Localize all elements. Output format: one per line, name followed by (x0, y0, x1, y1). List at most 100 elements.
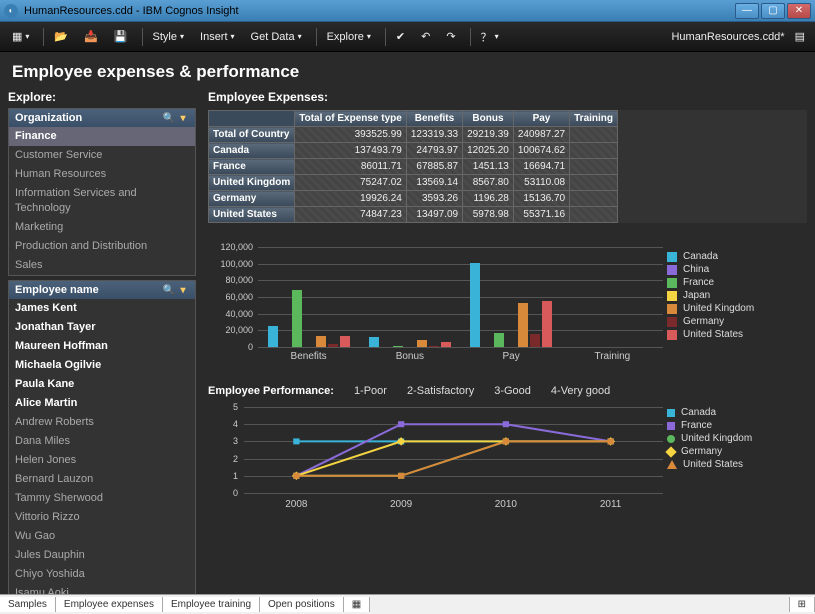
bar[interactable] (530, 334, 540, 347)
minimize-button[interactable]: — (735, 3, 759, 19)
bar[interactable] (542, 301, 552, 347)
bar[interactable] (393, 346, 403, 347)
table-cell[interactable] (570, 127, 618, 143)
filter-icon[interactable]: ▾ (177, 284, 189, 296)
table-cell[interactable]: 75247.02 (295, 175, 407, 191)
bar[interactable] (328, 344, 338, 347)
legend-item[interactable]: China (667, 264, 807, 275)
legend-item[interactable]: Canada (667, 251, 807, 262)
sidebar-item-organization[interactable]: Finance (9, 127, 195, 146)
sidebar-item-employee[interactable]: Tammy Sherwood (9, 489, 195, 508)
sidebar-item-employee[interactable]: Alice Martin (9, 394, 195, 413)
table-cell[interactable]: 67885.87 (406, 159, 462, 175)
sidebar-item-employee[interactable]: Bernard Lauzon (9, 470, 195, 489)
table-cell[interactable]: 13569.14 (406, 175, 462, 191)
search-icon[interactable]: 🔍 (163, 112, 175, 124)
table-cell[interactable]: 29219.39 (463, 127, 514, 143)
table-cell[interactable]: 55371.16 (513, 207, 569, 223)
bar[interactable] (470, 263, 480, 347)
column-header[interactable]: Total of Expense type (295, 111, 407, 127)
open-icon[interactable]: 📂 (48, 26, 74, 48)
bar[interactable] (369, 337, 379, 347)
sidebar-item-organization[interactable]: Information Services and Technology (9, 184, 195, 218)
table-cell[interactable]: 123319.33 (406, 127, 462, 143)
sidebar-item-employee[interactable]: Maureen Hoffman (9, 337, 195, 356)
style-menu[interactable]: Style▾ (147, 26, 190, 48)
close-button[interactable]: ✕ (787, 3, 811, 19)
table-cell[interactable]: 86011.71 (295, 159, 407, 175)
table-cell[interactable] (570, 191, 618, 207)
table-cell[interactable]: 12025.20 (463, 143, 514, 159)
table-cell[interactable]: 16694.71 (513, 159, 569, 175)
undo-icon[interactable]: ↶ (415, 26, 436, 48)
legend-item[interactable]: Japan (667, 290, 807, 301)
table-cell[interactable]: 24793.97 (406, 143, 462, 159)
row-header[interactable]: France (209, 159, 295, 175)
table-cell[interactable]: 100674.62 (513, 143, 569, 159)
bar[interactable] (316, 336, 326, 347)
workspace-tab[interactable]: Samples (0, 597, 56, 612)
import-icon[interactable]: 📥 (78, 26, 104, 48)
table-cell[interactable] (570, 175, 618, 191)
sidebar-item-employee[interactable]: Wu Gao (9, 527, 195, 546)
table-cell[interactable]: 19926.24 (295, 191, 407, 207)
sidebar-item-employee[interactable]: Chiyo Yoshida (9, 565, 195, 584)
bar[interactable] (518, 303, 528, 347)
bar[interactable] (494, 333, 504, 347)
row-header[interactable]: Total of Country (209, 127, 295, 143)
bar[interactable] (429, 346, 439, 347)
column-header[interactable]: Pay (513, 111, 569, 127)
table-cell[interactable]: 1196.28 (463, 191, 514, 207)
table-cell[interactable]: 13497.09 (406, 207, 462, 223)
table-cell[interactable] (570, 207, 618, 223)
grid-view-icon[interactable]: ⊞ (789, 597, 815, 612)
table-cell[interactable]: 240987.27 (513, 127, 569, 143)
row-header[interactable]: Canada (209, 143, 295, 159)
search-icon[interactable]: 🔍 (163, 284, 175, 296)
legend-item[interactable]: Germany (667, 316, 807, 327)
sidebar-item-employee[interactable]: Andrew Roberts (9, 413, 195, 432)
bar[interactable] (340, 336, 350, 347)
sidebar-item-organization[interactable]: Customer Service (9, 146, 195, 165)
table-cell[interactable]: 393525.99 (295, 127, 407, 143)
row-header[interactable]: United States (209, 207, 295, 223)
sidebar-item-employee[interactable]: Dana Miles (9, 432, 195, 451)
table-cell[interactable]: 1451.13 (463, 159, 514, 175)
getdata-menu[interactable]: Get Data▾ (245, 26, 308, 48)
legend-item[interactable]: United States (667, 459, 807, 470)
table-cell[interactable] (570, 159, 618, 175)
column-header[interactable]: Bonus (463, 111, 514, 127)
bar[interactable] (268, 326, 278, 347)
sidebar-item-employee[interactable]: Helen Jones (9, 451, 195, 470)
redo-icon[interactable]: ↷ (440, 26, 461, 48)
table-cell[interactable]: 15136.70 (513, 191, 569, 207)
row-header[interactable]: United Kingdom (209, 175, 295, 191)
sidebar-item-organization[interactable]: Production and Distribution (9, 237, 195, 256)
explore-menu[interactable]: Explore▾ (321, 26, 377, 48)
maximize-button[interactable]: ▢ (761, 3, 785, 19)
legend-item[interactable]: Canada (667, 407, 807, 418)
sidebar-item-employee[interactable]: Jules Dauphin (9, 546, 195, 565)
check-icon[interactable]: ✔ (390, 26, 411, 48)
column-header[interactable]: Benefits (406, 111, 462, 127)
sidebar-item-employee[interactable]: Paula Kane (9, 375, 195, 394)
add-tab-button[interactable]: ▦ (344, 597, 370, 612)
sidebar-item-employee[interactable]: Vittorio Rizzo (9, 508, 195, 527)
panel-toggle-icon[interactable]: ▤ (791, 30, 809, 43)
sidebar-item-employee[interactable]: Jonathan Tayer (9, 318, 195, 337)
bar[interactable] (441, 342, 451, 347)
save-icon[interactable]: 💾 (108, 26, 134, 48)
table-cell[interactable]: 3593.26 (406, 191, 462, 207)
legend-item[interactable]: United States (667, 329, 807, 340)
bar[interactable] (417, 340, 427, 347)
filter-icon[interactable]: ▾ (177, 112, 189, 124)
workspace-tab[interactable]: Employee expenses (56, 597, 163, 612)
insert-menu[interactable]: Insert▾ (194, 26, 241, 48)
legend-item[interactable]: United Kingdom (667, 433, 807, 444)
file-menu-button[interactable]: ▦▾ (6, 26, 35, 48)
legend-item[interactable]: United Kingdom (667, 303, 807, 314)
bar[interactable] (292, 290, 302, 347)
table-cell[interactable]: 137493.79 (295, 143, 407, 159)
workspace-tab[interactable]: Open positions (260, 597, 344, 612)
table-cell[interactable]: 53110.08 (513, 175, 569, 191)
